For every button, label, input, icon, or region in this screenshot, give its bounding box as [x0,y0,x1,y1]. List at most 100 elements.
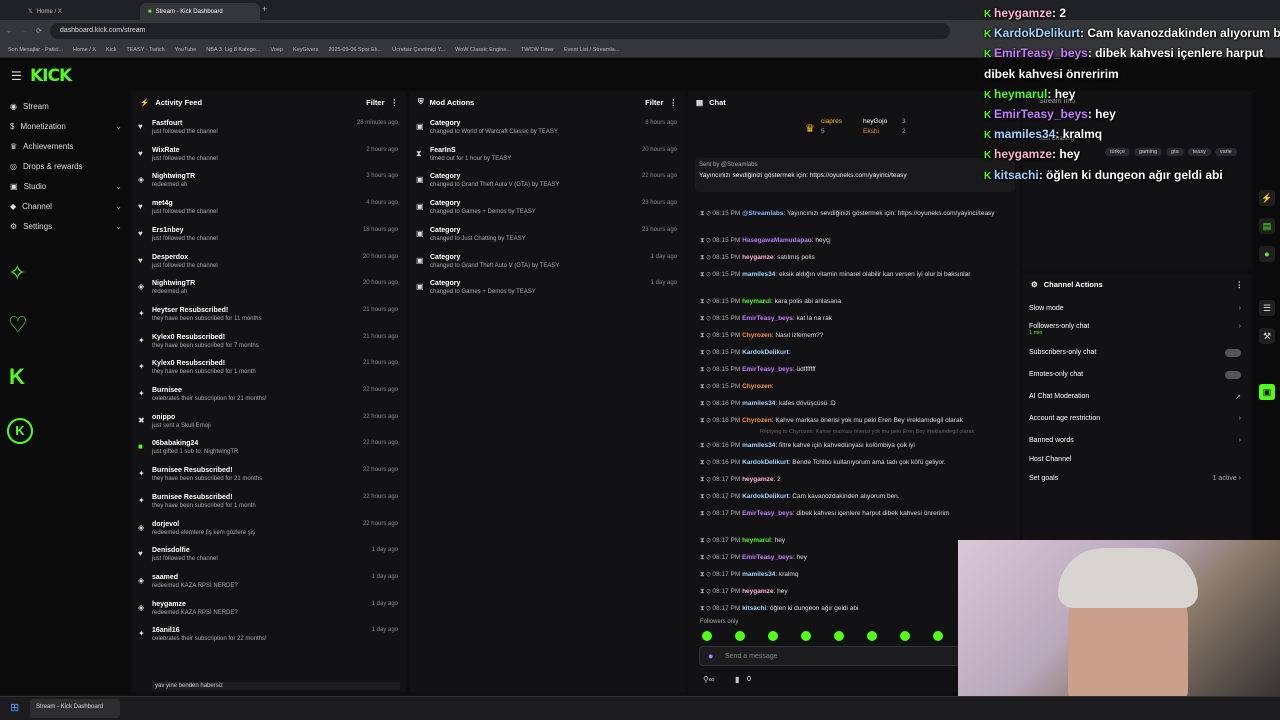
chat-message[interactable]: ⧗ ⊘ 08:15 PM Chyrozen: Nasıl izlemem?? [700,332,1000,340]
bookmark-item[interactable]: TEASY - Twitch [126,47,164,53]
mod-actions-icon[interactable]: ⧗ ⊘ [700,588,712,595]
bookmark-item[interactable]: KeyGivers [293,47,318,53]
chat-username[interactable]: EmirTeasy_beys [742,554,793,561]
mod-actions-icon[interactable]: ⧗ ⊘ [700,332,712,339]
reload-icon[interactable]: ⟳ [36,27,42,35]
chat-username[interactable]: mamiles34 [742,571,775,578]
menu-icon[interactable]: ☰ [11,69,22,83]
chat-message[interactable]: ⧗ ⊘ 08:15 PM EmirTeasy_beys: kat la na r… [700,315,1000,323]
chat-message[interactable]: ⧗ ⊘ 08:15 PM mamiles34: eksik aldığın vi… [700,271,1000,279]
chat-username[interactable]: heymarul [742,298,771,305]
sidebar-item-drops[interactable]: ◎ Drops & rewards [10,162,122,171]
sidebar-item-channel[interactable]: ◆ Channel ⌄ [10,202,122,211]
chat-bubble-icon[interactable]: ● [1259,246,1275,262]
chat-message[interactable]: ⧗ ⊘ 08:17 PM mamiles34: kralmq [700,571,1000,579]
wrench-icon[interactable]: ⚒ [1259,328,1275,344]
chat-message[interactable]: ⧗ ⊘ 08:17 PM kitsachi: öğlen ki dungeon … [700,605,1000,613]
bookmark-item[interactable]: TWCW Timer [521,47,554,53]
chat-username[interactable]: KardokDelikurt [742,459,789,466]
emote-icon[interactable] [735,631,745,641]
chat-username[interactable]: EmirTeasy_beys [742,315,793,322]
bookmark-item[interactable]: YouTube [175,47,197,53]
bookmark-item[interactable]: Event List / Streamla... [564,47,619,53]
sidebar-item-studio[interactable]: ▣ Studio ⌄ [10,182,122,191]
chat-username[interactable]: mamiles34 [742,442,775,449]
stream-tag[interactable]: varie [1214,148,1237,156]
emote-icon[interactable] [801,631,811,641]
chat-username[interactable]: Chyrozen [742,383,772,390]
emote-icon[interactable] [834,631,844,641]
sidebar-item-settings[interactable]: ⚙ Settings ⌄ [10,222,122,231]
bookmark-item[interactable]: NBA 3. Lig 8 Katego... [206,47,260,53]
mod-actions-icon[interactable]: ⧗ ⊘ [700,383,712,390]
mod-tools-icon[interactable]: ⚲∞ [703,675,715,684]
chat-username[interactable]: mamiles34 [742,271,775,278]
sidebar-item-achievements[interactable]: ♛ Achievements [10,142,122,151]
back-icon[interactable]: ← [6,28,13,35]
url-field[interactable]: dashboard.kick.com/stream [49,23,950,39]
mod-actions-icon[interactable]: ⧗ ⊘ [700,571,712,578]
browser-tab-x[interactable]: 𝕏 Home / X [20,3,140,20]
list-icon[interactable]: ☰ [1259,300,1275,316]
mod-actions-icon[interactable]: ⧗ ⊘ [700,298,712,305]
mod-actions-icon[interactable]: ⧗ ⊘ [700,510,712,517]
channel-action-0[interactable]: Slow mode › [1029,305,1241,312]
chat-message[interactable]: ⧗ ⊘ 08:15 PM heygamze: satılmış polis [700,254,1000,262]
mod-actions-icon[interactable]: ⧗ ⊘ [700,315,712,322]
chat-message[interactable]: ⧗ ⊘ 08:17 PM EmirTeasy_beys: dibek kahve… [700,510,1000,518]
stream-tag[interactable]: gaming [1133,148,1163,156]
chat-username[interactable]: @Streamlabs [742,210,783,217]
browser-tab-kick[interactable]: ■ Stream - Kick Dashboard [140,3,260,20]
taskbar-app[interactable]: Stream - Kick Dashboard [30,699,120,718]
chat-input[interactable]: ● Send a message [699,646,969,666]
mod-actions-icon[interactable]: ⧗ ⊘ [700,476,712,483]
chat-username[interactable]: heygamze [742,476,773,483]
mod-actions-icon[interactable]: ⧗ ⊘ [700,210,712,217]
chat-username[interactable]: Chyrozen [742,417,772,424]
bookmark-item[interactable]: WoW Classic Engine... [455,47,511,53]
windows-start-icon[interactable]: ⊞ [10,701,19,714]
chat-message[interactable]: ⧗ ⊘ 08:15 PM heymarul: kara polis abi an… [700,298,1000,306]
forward-icon[interactable]: → [21,28,28,35]
bookmark-item[interactable]: Kick [106,47,116,53]
chat-username[interactable]: KardokDelikurt [742,493,789,500]
chat-username[interactable]: kitsachi [742,605,766,612]
more-icon[interactable]: ⋮ [670,98,678,107]
toggle-switch[interactable] [1225,349,1241,357]
chat-message[interactable]: ⧗ ⊘ 08:15 PM KardokDelikurt: [700,349,1000,357]
stream-tag[interactable]: türkçe [1105,148,1130,156]
chat-username[interactable]: heygamze [742,588,773,595]
mod-actions-icon[interactable]: ⧗ ⊘ [700,237,712,244]
mod-actions-icon[interactable]: ⧗ ⊘ [700,537,712,544]
chat-message[interactable]: ⧗ ⊘ 08:17 PM EmirTeasy_beys: hey [700,554,1000,562]
chat-message[interactable]: ⧗ ⊘ 08:17 PM KardokDelikurt: Cam kavanoz… [700,493,1000,501]
clipboard-icon[interactable]: ▤ [1259,218,1275,234]
action-icon[interactable]: ▣ [1259,384,1275,400]
bookmark-item[interactable]: Son Mesajlar - Patici... [8,47,63,53]
chat-username[interactable]: Chyrozen [742,332,772,339]
channel-action-6[interactable]: Banned words › [1029,437,1241,444]
activity-filter-button[interactable]: Filter [366,98,384,107]
chat-message[interactable]: ⧗ ⊘ 08:17 PM heygamze: 2 [700,476,1000,484]
mod-actions-icon[interactable]: ⧗ ⊘ [700,417,712,424]
chat-username[interactable]: mamiles34 [742,400,775,407]
chat-message[interactable]: ⧗ ⊘ 08:15 PM @Streamlabs: Yayıncınızı se… [700,210,1000,218]
bookmark-item[interactable]: 2025-09-06 Spor Ek... [328,47,382,53]
channel-action-5[interactable]: Account age restriction › [1029,415,1241,422]
bolt-icon[interactable]: ⚡ [1259,190,1275,206]
emote-icon[interactable] [867,631,877,641]
mod-actions-icon[interactable]: ⧗ ⊘ [700,349,712,356]
channel-action-8[interactable]: Set goals 1 active › [1029,475,1241,482]
toggle-switch[interactable] [1225,371,1241,379]
channel-action-4[interactable]: AI Chat Moderation ↗ [1029,393,1241,401]
channel-action-7[interactable]: Host Channel [1029,456,1241,463]
mod-actions-icon[interactable]: ⧗ ⊘ [700,493,712,500]
chat-message[interactable]: ⧗ ⊘ 08:16 PM KardokDelikurt: Bende Tchib… [700,459,1000,467]
emote-icon[interactable] [933,631,943,641]
chat-username[interactable]: heymarul [742,537,771,544]
mod-actions-icon[interactable]: ⧗ ⊘ [700,271,712,278]
chat-username[interactable]: heygamze [742,254,773,261]
bookmark-item[interactable]: Ücretsiz Çevrimiçi Y... [392,47,445,53]
chat-message[interactable]: ⧗ ⊘ 08:15 PM HasegawaMamudapao: heyçj [700,237,1000,245]
mod-filter-button[interactable]: Filter [645,98,663,107]
